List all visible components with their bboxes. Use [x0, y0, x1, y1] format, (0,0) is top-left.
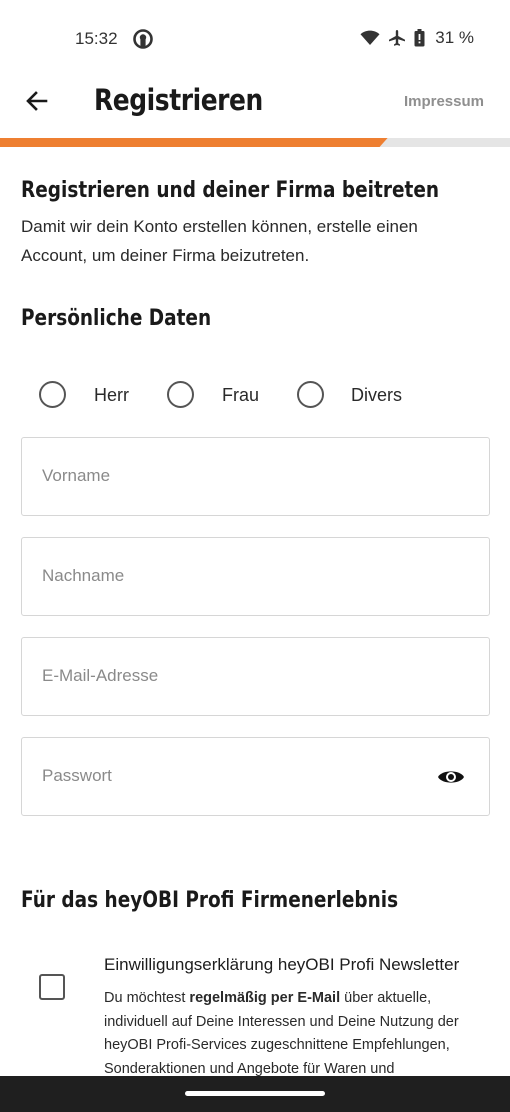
- newsletter-consent-text: Du möchtest regelmäßig per E-Mail über a…: [104, 987, 494, 1081]
- radio-divers[interactable]: Divers: [297, 381, 402, 408]
- battery-icon: [414, 29, 425, 47]
- email-field[interactable]: E-Mail-Adresse: [21, 637, 490, 716]
- home-gesture-handle[interactable]: [185, 1091, 325, 1096]
- app-bar: Registrieren Impressum: [0, 80, 510, 138]
- radio-circle[interactable]: [167, 381, 194, 408]
- page-title: Registrieren: [94, 83, 263, 117]
- last-name-field[interactable]: Nachname: [21, 537, 490, 616]
- github-icon: [133, 29, 153, 49]
- status-icons: 31 %: [360, 28, 474, 48]
- wifi-icon: [360, 30, 380, 46]
- first-name-placeholder: Vorname: [42, 466, 111, 485]
- status-time: 15:32: [75, 29, 118, 48]
- section-heading-personal-data: Persönliche Daten: [21, 306, 212, 331]
- radio-label-divers: Divers: [351, 385, 403, 405]
- back-button[interactable]: [18, 84, 56, 122]
- system-navigation-bar: [0, 1076, 510, 1112]
- radio-herr[interactable]: Herr: [39, 381, 129, 408]
- newsletter-consent-title: Einwilligungserklärung heyOBI Profi News…: [104, 955, 460, 974]
- eye-icon[interactable]: [437, 766, 465, 788]
- last-name-placeholder: Nachname: [42, 566, 125, 585]
- radio-label-herr: Herr: [94, 385, 129, 405]
- section-heading-profi: Für das heyOBI Profi Firmenerlebnis: [21, 888, 399, 913]
- impressum-link[interactable]: Impressum: [404, 93, 484, 110]
- airplane-icon: [388, 29, 406, 47]
- arrow-left-icon: [25, 89, 49, 118]
- radio-label-frau: Frau: [222, 385, 260, 405]
- password-field[interactable]: Passwort: [21, 737, 490, 816]
- intro-text: Damit wir dein Konto erstellen können, e…: [21, 217, 418, 265]
- radio-circle[interactable]: [39, 381, 66, 408]
- consent-text-start: Du möchtest: [104, 990, 190, 1006]
- email-placeholder: E-Mail-Adresse: [42, 666, 159, 685]
- newsletter-checkbox[interactable]: [39, 974, 65, 1000]
- section-heading-register: Registrieren und deiner Firma beitreten: [21, 178, 440, 203]
- status-bar: 15:32 31 %: [0, 0, 510, 80]
- consent-text-bold: regelmäßig per E-Mail: [189, 990, 341, 1006]
- battery-percent: 31 %: [435, 28, 474, 47]
- password-placeholder: Passwort: [42, 766, 112, 785]
- progress-bar: [0, 138, 510, 147]
- radio-frau[interactable]: Frau: [167, 381, 259, 408]
- radio-circle[interactable]: [297, 381, 324, 408]
- progress-fill: [0, 138, 388, 147]
- first-name-field[interactable]: Vorname: [21, 437, 490, 516]
